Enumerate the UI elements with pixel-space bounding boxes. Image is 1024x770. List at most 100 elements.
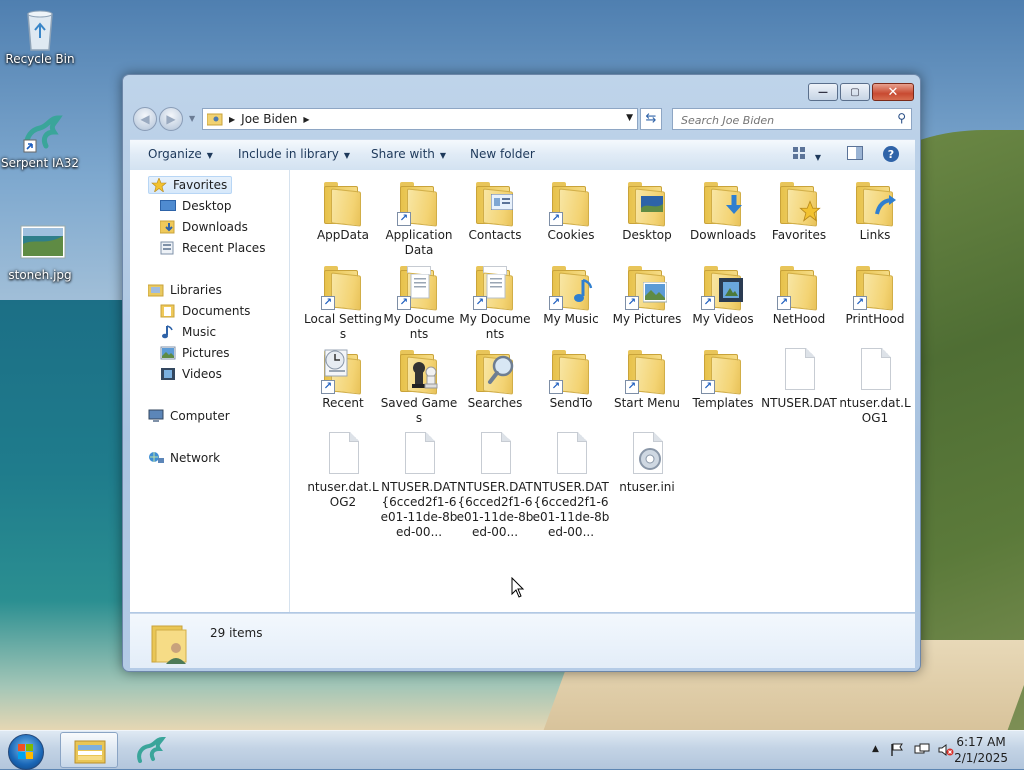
shortcut-arrow-icon: ↗ xyxy=(321,380,335,394)
navigation-pane[interactable]: Favorites Desktop Downloads Recent Place… xyxy=(130,170,290,612)
folder-item[interactable]: ↗ My Documents xyxy=(380,262,458,342)
nav-videos[interactable]: Videos xyxy=(160,367,222,381)
file-list-view[interactable]: AppData ↗ Application Data Contacts ↗ Cookies… xyxy=(290,170,915,612)
folder-item[interactable]: Desktop xyxy=(608,178,686,243)
file-name: ntuser.ini xyxy=(619,480,675,494)
preview-pane-button[interactable] xyxy=(847,146,863,163)
search-input[interactable] xyxy=(679,110,883,130)
folder-item[interactable]: Links xyxy=(836,178,914,243)
nav-computer[interactable]: Computer xyxy=(148,409,230,423)
document-file-icon xyxy=(547,430,595,478)
refresh-button[interactable]: ⇆ xyxy=(640,108,662,130)
folder-item[interactable]: Downloads xyxy=(684,178,762,243)
folder-item[interactable]: AppData xyxy=(304,178,382,243)
file-name: Searches xyxy=(467,396,523,410)
include-in-library-button[interactable]: Include in library ▼ xyxy=(238,147,350,161)
help-button[interactable]: ? xyxy=(882,145,900,166)
folder-icon xyxy=(775,178,823,227)
folder-item[interactable]: ↗ Application Data xyxy=(380,178,458,258)
chevron-down-icon: ▼ xyxy=(206,151,213,160)
action-center-flag-icon[interactable] xyxy=(890,743,904,760)
preview-pane-icon xyxy=(847,146,863,163)
maximize-button[interactable]: ▢ xyxy=(840,83,870,101)
breadcrumb-separator-icon[interactable]: ▶ xyxy=(229,115,235,124)
caption-buttons: — ▢ ✕ xyxy=(806,83,914,101)
nav-network[interactable]: Network xyxy=(148,451,220,465)
nav-libraries[interactable]: Libraries xyxy=(147,283,222,297)
file-item[interactable]: NTUSER.DAT{6cced2f1-6e01-11de-8bed-00... xyxy=(380,430,458,540)
search-icon[interactable]: ⚲ xyxy=(897,111,906,125)
taskbar-clock[interactable]: 6:17 AM 2/1/2025 xyxy=(954,734,1008,766)
image-file-icon xyxy=(20,224,66,264)
folder-item[interactable]: ↗ Local Settings xyxy=(304,262,382,342)
desktop-icon-recycle-bin[interactable]: Recycle Bin xyxy=(0,8,80,66)
file-name: My Documents xyxy=(459,312,531,341)
folder-item[interactable]: ↗ My Videos xyxy=(684,262,762,327)
svg-text:?: ? xyxy=(888,148,894,161)
recent-pages-dropdown[interactable]: ▼ xyxy=(189,114,195,123)
view-options-button[interactable]: ▼ xyxy=(792,146,821,163)
system-tray: ▲ 6:17 AM 2/1/2025 xyxy=(824,731,1024,769)
folder-item[interactable]: ↗ My Music xyxy=(532,262,610,327)
nav-desktop[interactable]: Desktop xyxy=(160,199,232,213)
folder-item[interactable]: ↗ Start Menu xyxy=(608,346,686,411)
folder-icon: ↗ xyxy=(395,262,443,311)
desktop-icon-stoneh[interactable]: stoneh.jpg xyxy=(0,224,80,282)
file-item[interactable]: NTUSER.DAT{6cced2f1-6e01-11de-8bed-00... xyxy=(456,430,534,540)
folder-icon: ↗ xyxy=(547,262,595,311)
file-item[interactable]: NTUSER.DAT xyxy=(760,346,838,411)
folder-item[interactable]: Searches xyxy=(456,346,534,411)
nav-label: Videos xyxy=(182,367,222,381)
nav-downloads[interactable]: Downloads xyxy=(159,220,248,234)
network-status-icon[interactable] xyxy=(914,743,930,760)
breadcrumb-chevron-icon[interactable]: ▶ xyxy=(303,115,309,124)
folder-item[interactable]: ↗ Templates xyxy=(684,346,762,411)
address-dropdown-icon[interactable]: ▼ xyxy=(626,113,633,123)
nav-pictures[interactable]: Pictures xyxy=(160,346,230,360)
folder-item[interactable]: ↗ Cookies xyxy=(532,178,610,243)
back-button[interactable]: ◀ xyxy=(133,107,157,131)
nav-recent-places[interactable]: Recent Places xyxy=(160,241,265,255)
desktop-icon-serpent[interactable]: Serpent IA32 xyxy=(0,112,80,170)
nav-documents[interactable]: Documents xyxy=(160,304,250,318)
file-item[interactable]: ntuser.dat.LOG2 xyxy=(304,430,382,510)
folder-item[interactable]: ↗ My Pictures xyxy=(608,262,686,327)
file-name: Templates xyxy=(692,396,754,410)
share-with-label: Share with xyxy=(371,147,435,161)
file-item[interactable]: ntuser.ini xyxy=(608,430,686,495)
minimize-button[interactable]: — xyxy=(808,83,838,101)
folder-item[interactable]: ↗ NetHood xyxy=(760,262,838,327)
breadcrumb-joe-biden[interactable]: Joe Biden xyxy=(241,112,297,126)
nav-music[interactable]: Music xyxy=(160,325,216,339)
show-hidden-icons-button[interactable]: ▲ xyxy=(872,744,879,754)
folder-item[interactable]: Saved Games xyxy=(380,346,458,426)
start-button[interactable] xyxy=(8,734,44,770)
folder-icon xyxy=(623,178,671,227)
nav-favorites[interactable]: Favorites xyxy=(148,176,233,194)
address-bar[interactable]: ▶ Joe Biden ▶ ▼ xyxy=(202,108,638,130)
folder-item[interactable]: ↗ SendTo xyxy=(532,346,610,411)
folder-item[interactable]: Contacts xyxy=(456,178,534,243)
shortcut-arrow-icon: ↗ xyxy=(777,296,791,310)
folder-item[interactable]: ↗ Recent xyxy=(304,346,382,411)
shortcut-arrow-icon: ↗ xyxy=(625,296,639,310)
taskbar-serpent-button[interactable] xyxy=(122,732,180,768)
search-box[interactable]: ⚲ xyxy=(672,108,912,130)
file-name: My Documents xyxy=(383,312,455,341)
desktop-icon-label: Recycle Bin xyxy=(5,52,75,66)
file-name: Links xyxy=(859,228,891,242)
new-folder-button[interactable]: New folder xyxy=(470,147,535,161)
volume-muted-icon[interactable] xyxy=(938,743,954,760)
folder-item[interactable]: Favorites xyxy=(760,178,838,243)
forward-button[interactable]: ▶ xyxy=(159,107,183,131)
organize-button[interactable]: Organize ▼ xyxy=(148,147,213,161)
file-item[interactable]: ntuser.dat.LOG1 xyxy=(836,346,914,426)
star-icon xyxy=(151,177,167,193)
folder-item[interactable]: ↗ My Documents xyxy=(456,262,534,342)
taskbar-explorer-button[interactable] xyxy=(60,732,118,768)
file-item[interactable]: NTUSER.DAT{6cced2f1-6e01-11de-8bed-00... xyxy=(532,430,610,540)
share-with-button[interactable]: Share with ▼ xyxy=(371,147,446,161)
folder-item[interactable]: ↗ PrintHood xyxy=(836,262,914,327)
clock-time: 6:17 AM xyxy=(956,735,1006,749)
close-button[interactable]: ✕ xyxy=(872,83,914,101)
